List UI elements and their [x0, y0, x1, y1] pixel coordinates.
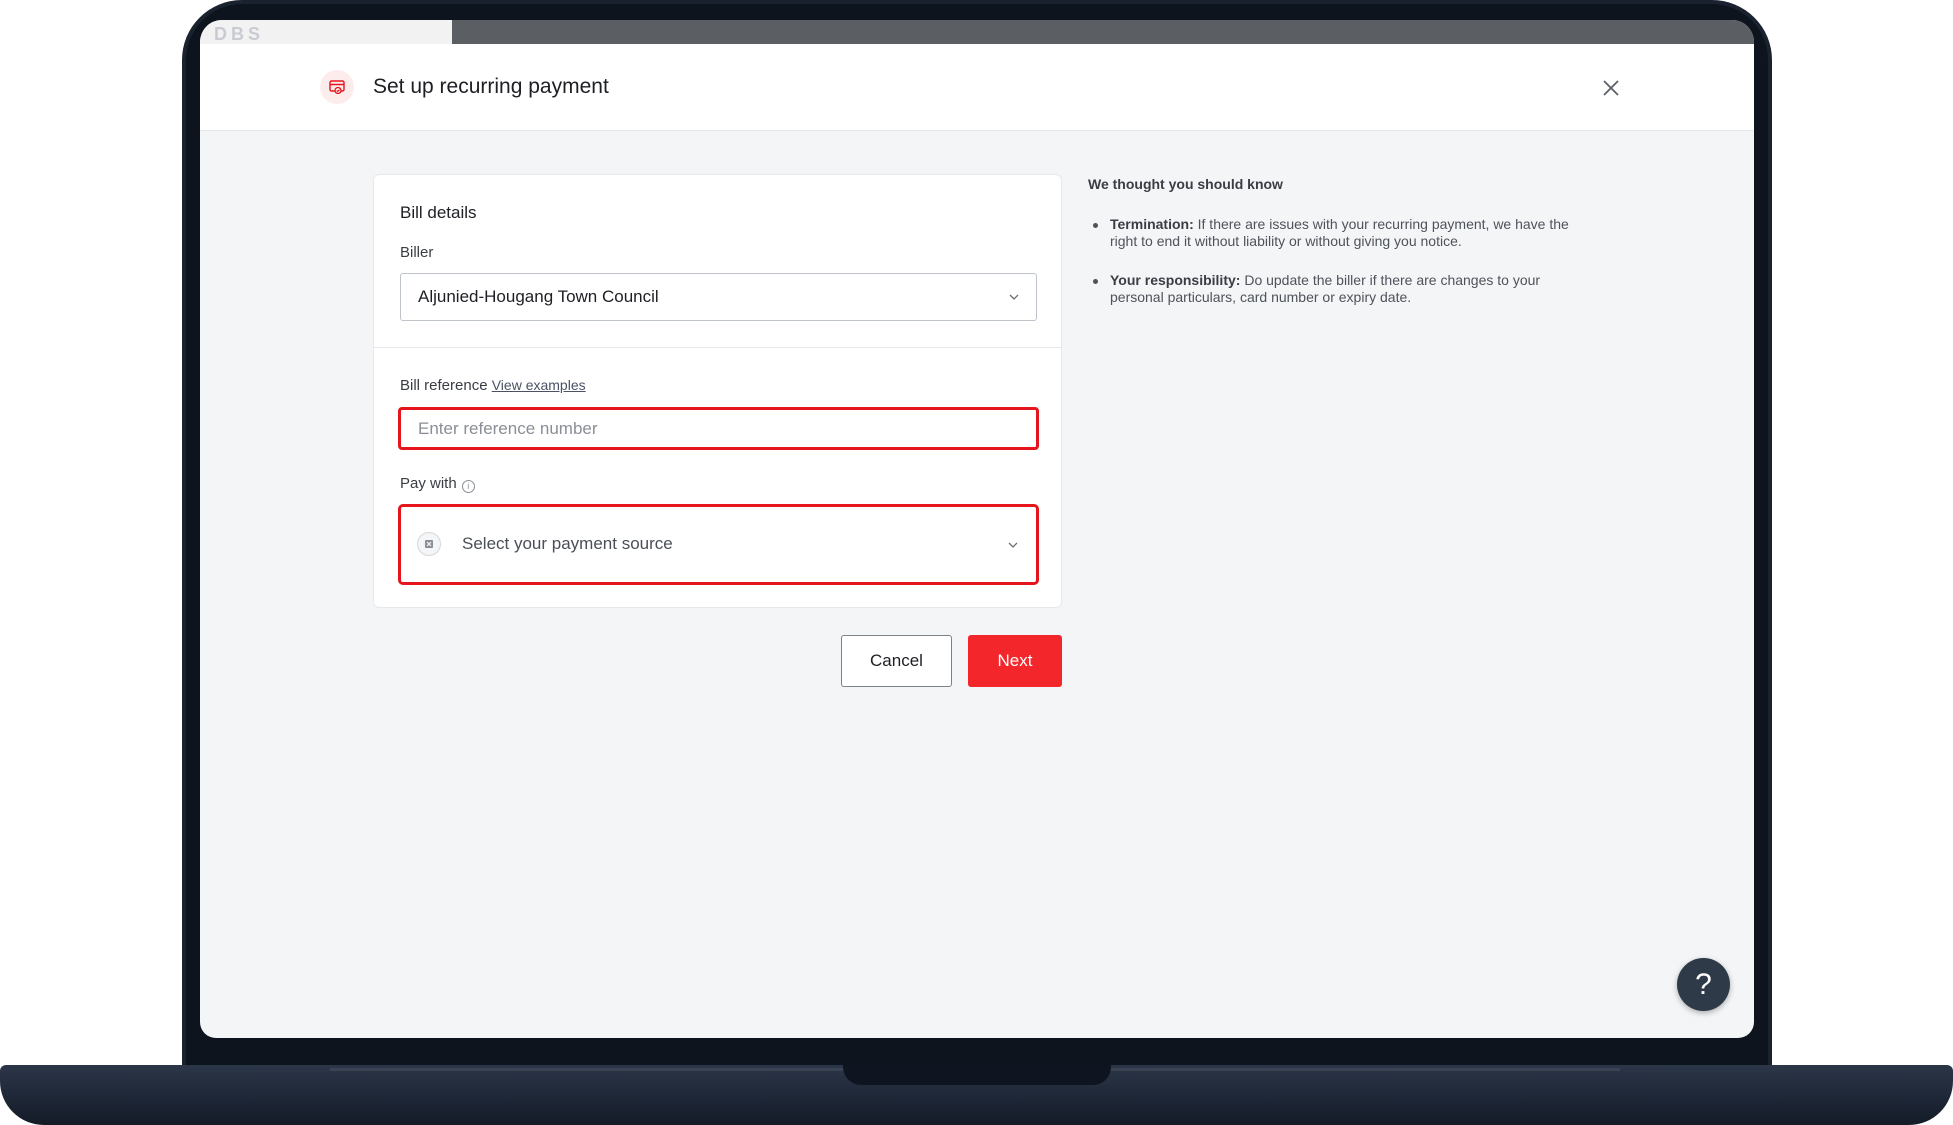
laptop-notch [843, 1065, 1111, 1085]
bill-reference-field [398, 407, 1039, 450]
background-brand-text: DBS [214, 24, 265, 44]
close-icon [1603, 80, 1619, 96]
close-button[interactable] [1600, 77, 1622, 99]
laptop-mockup: DBS Set up recurring payment Bill detail… [0, 0, 1953, 1125]
page-title: Set up recurring payment [373, 75, 609, 98]
list-item: Your responsibility: Do update the bille… [1088, 272, 1578, 306]
bill-details-card: Bill details Biller Aljunied-Hougang Tow… [373, 174, 1062, 608]
info-item-heading: Your responsibility: [1110, 272, 1241, 288]
info-list: Termination: If there are issues with yo… [1088, 216, 1578, 328]
view-examples-link[interactable]: View examples [492, 377, 586, 393]
chevron-down-icon [1008, 542, 1018, 548]
background-page-strip: DBS [200, 20, 452, 44]
help-button[interactable]: ? [1677, 958, 1730, 1011]
payment-source-placeholder: Select your payment source [462, 534, 673, 553]
background-overlay-strip [452, 20, 1754, 44]
payment-source-icon [417, 532, 441, 556]
section-divider [374, 347, 1061, 348]
next-button[interactable]: Next [968, 635, 1062, 687]
payment-source-select[interactable]: Select your payment source [398, 504, 1039, 585]
help-icon: ? [1695, 968, 1712, 1001]
cancel-button[interactable]: Cancel [841, 635, 952, 687]
recurring-payment-icon [320, 70, 354, 104]
modal-header: Set up recurring payment [200, 44, 1754, 131]
list-item: Termination: If there are issues with yo… [1088, 216, 1578, 250]
section-title: Bill details [400, 203, 477, 222]
bill-reference-label-row: Bill reference View examples [400, 377, 586, 394]
pay-with-label-row: Pay with i [400, 475, 475, 493]
biller-value: Aljunied-Hougang Town Council [418, 287, 659, 306]
biller-select[interactable]: Aljunied-Hougang Town Council [400, 273, 1037, 321]
info-item-heading: Termination: [1110, 216, 1194, 232]
bill-reference-label: Bill reference [400, 377, 488, 394]
biller-label: Biller [400, 244, 434, 261]
chevron-down-icon [1009, 294, 1019, 300]
screen: DBS Set up recurring payment Bill detail… [200, 20, 1754, 1038]
info-panel-title: We thought you should know [1088, 176, 1283, 192]
pay-with-label: Pay with [400, 475, 457, 492]
info-icon[interactable]: i [461, 480, 475, 493]
bill-reference-input[interactable] [401, 410, 1036, 447]
